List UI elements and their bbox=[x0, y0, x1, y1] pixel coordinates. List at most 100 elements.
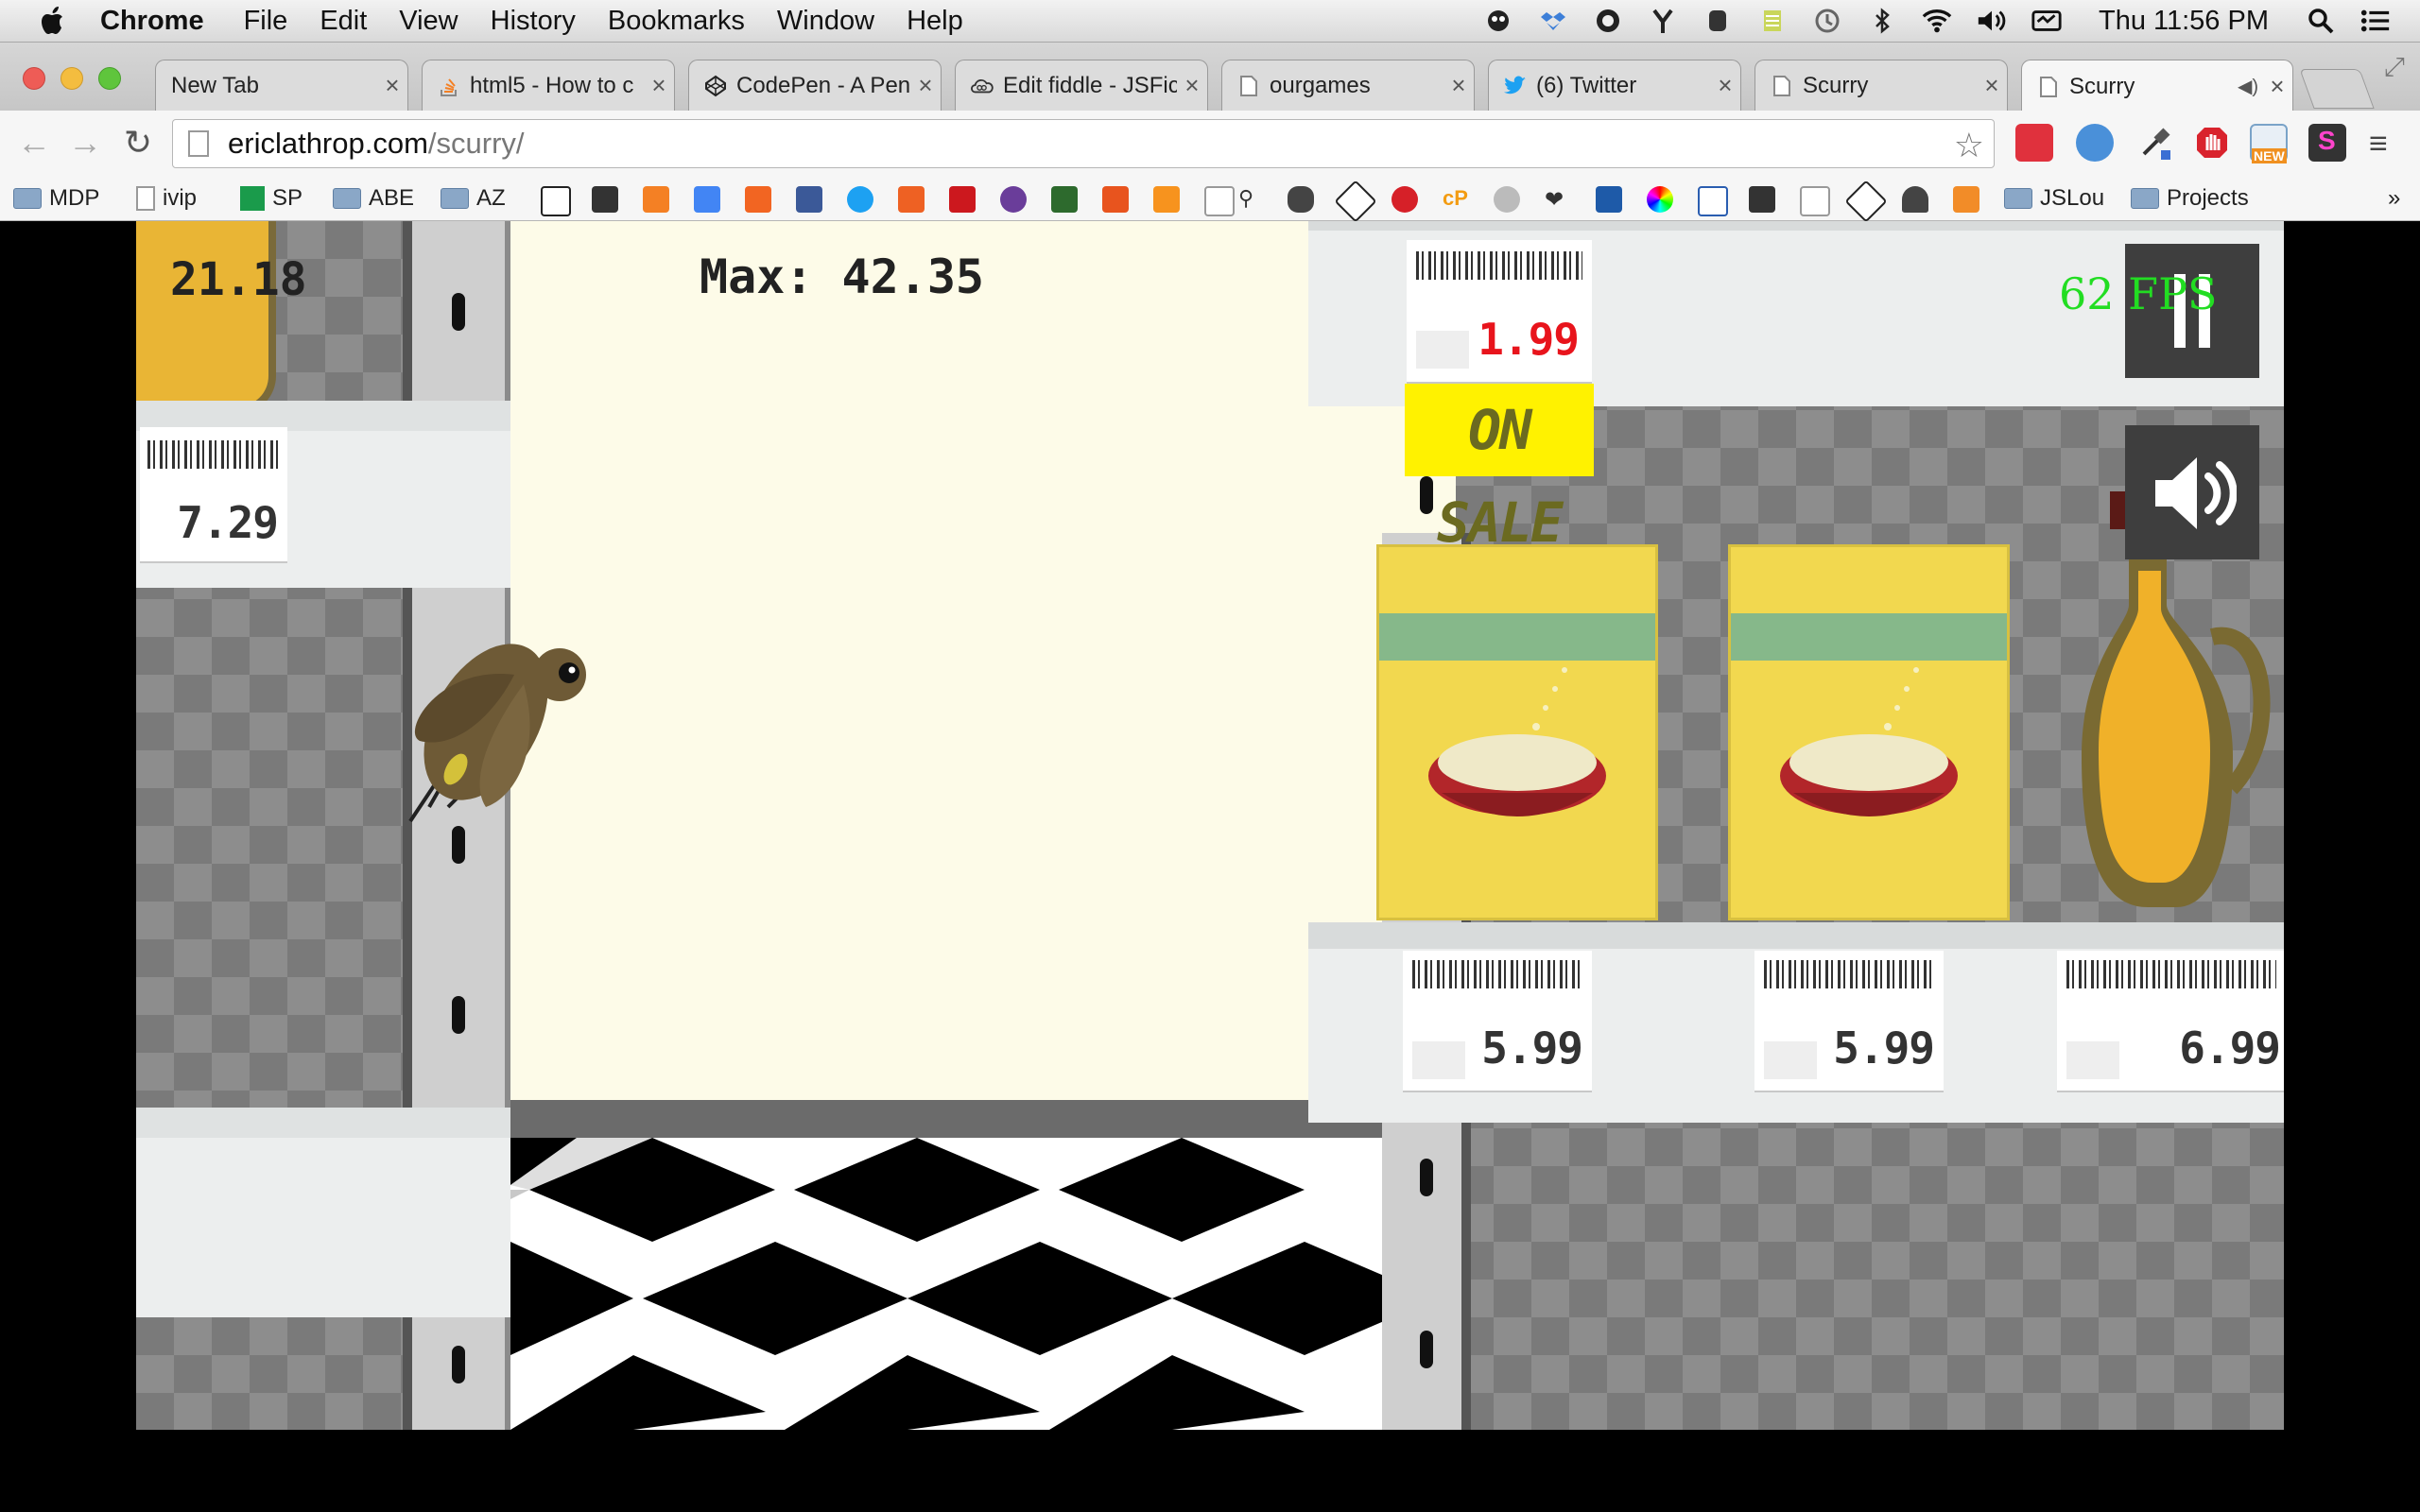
reload-icon[interactable]: ↻ bbox=[119, 124, 157, 162]
close-tab-icon[interactable]: × bbox=[377, 71, 407, 100]
menu-bookmarks[interactable]: Bookmarks bbox=[608, 6, 745, 37]
menubar-clock[interactable]: Thu 11:56 PM bbox=[2099, 6, 2269, 37]
gift-icon[interactable] bbox=[1051, 186, 1078, 213]
bookmark-sp[interactable]: SP bbox=[240, 182, 302, 215]
cp-icon[interactable]: cP bbox=[1443, 186, 1469, 213]
css3-icon[interactable] bbox=[1596, 186, 1622, 213]
volume-icon[interactable] bbox=[1976, 5, 2008, 37]
hearts-icon[interactable]: ❤ bbox=[1545, 186, 1571, 213]
time-machine-icon[interactable] bbox=[1811, 5, 1843, 37]
close-tab-icon[interactable]: × bbox=[910, 71, 941, 100]
s-extension-icon[interactable]: S bbox=[2308, 124, 2346, 162]
bookmark-star-icon[interactable]: ☆ bbox=[1954, 126, 1984, 165]
cloud-icon[interactable] bbox=[1288, 186, 1314, 213]
zoom-window-button[interactable] bbox=[98, 67, 121, 90]
close-window-button[interactable] bbox=[23, 67, 45, 90]
bookmark-projects[interactable]: Projects bbox=[2131, 182, 2249, 215]
notification-center-icon[interactable] bbox=[2360, 5, 2392, 37]
pin-icon[interactable]: ⚲ bbox=[1238, 186, 1265, 213]
lastpass-icon[interactable] bbox=[2015, 124, 2053, 162]
eyedropper-icon[interactable] bbox=[2136, 124, 2174, 162]
tab-ourgames[interactable]: ourgames × bbox=[1221, 60, 1475, 111]
close-tab-icon[interactable]: × bbox=[1177, 71, 1207, 100]
adblock-hand-icon[interactable] bbox=[2193, 124, 2231, 162]
fullscreen-icon[interactable]: ⤢ bbox=[2384, 52, 2405, 83]
apple-icon[interactable] bbox=[34, 2, 72, 40]
page-icon[interactable] bbox=[1800, 186, 1830, 216]
menu-help[interactable]: Help bbox=[907, 6, 963, 37]
close-tab-icon[interactable]: × bbox=[1710, 71, 1740, 100]
notes-icon[interactable] bbox=[1756, 5, 1789, 37]
terminal-icon[interactable] bbox=[592, 186, 618, 213]
bitly-icon[interactable] bbox=[898, 186, 925, 213]
globe-icon[interactable] bbox=[1494, 186, 1520, 213]
fork-icon[interactable] bbox=[1647, 5, 1679, 37]
game-canvas[interactable]: 21.18 7.29 Max: 42.35 1.99 ON SALE 5.99 … bbox=[136, 221, 2284, 1430]
red-circle-icon[interactable] bbox=[1392, 186, 1418, 213]
audio-playing-icon[interactable]: ◀) bbox=[2238, 75, 2258, 98]
dropbox-icon[interactable] bbox=[1537, 5, 1569, 37]
bookmark-az[interactable]: AZ bbox=[441, 182, 506, 215]
tab-twitter[interactable]: (6) Twitter × bbox=[1488, 60, 1741, 111]
chart-icon[interactable] bbox=[1953, 186, 1979, 213]
tab-scurry[interactable]: Scurry × bbox=[1754, 60, 2008, 111]
tab-new-tab[interactable]: New Tab × bbox=[155, 60, 408, 111]
spotlight-icon[interactable] bbox=[2305, 5, 2337, 37]
bookmark-abe[interactable]: ABE bbox=[333, 182, 414, 215]
page-info-icon[interactable] bbox=[188, 130, 209, 157]
tab-codepen[interactable]: CodePen - A Pen × bbox=[688, 60, 942, 111]
peace-icon[interactable] bbox=[1000, 186, 1027, 213]
bookmarks-overflow-button[interactable]: » bbox=[2388, 182, 2400, 215]
w3-icon[interactable] bbox=[1698, 186, 1728, 216]
stackoverflow-bookmark-icon[interactable] bbox=[643, 186, 669, 213]
zero-icon[interactable] bbox=[1153, 186, 1180, 213]
codepen-bookmark-icon[interactable] bbox=[1334, 180, 1377, 223]
close-tab-icon[interactable]: × bbox=[644, 71, 674, 100]
menu-view[interactable]: View bbox=[399, 6, 458, 37]
tab-html5[interactable]: html5 - How to c × bbox=[422, 60, 675, 111]
price-label: 5.99 bbox=[1833, 1022, 1935, 1074]
close-tab-icon[interactable]: × bbox=[1443, 71, 1474, 100]
new-tab-button[interactable] bbox=[2299, 69, 2375, 109]
bookmark-mdp[interactable]: MDP bbox=[13, 182, 99, 215]
hackernews-icon[interactable] bbox=[745, 186, 771, 213]
monitor-icon[interactable] bbox=[2031, 5, 2063, 37]
bluetooth-icon[interactable] bbox=[1866, 5, 1898, 37]
chrome-menu-icon[interactable]: ≡ bbox=[2369, 126, 2388, 163]
url-path: /scurry/ bbox=[427, 127, 525, 160]
wifi-icon[interactable] bbox=[1921, 5, 1953, 37]
evernote-icon[interactable] bbox=[1702, 5, 1734, 37]
new-extension-icon[interactable]: NEW bbox=[2250, 124, 2288, 163]
sale-price-tag: 1.99 bbox=[1407, 240, 1592, 382]
tab-scurry-active[interactable]: Scurry ◀) × bbox=[2021, 60, 2293, 112]
close-tab-icon[interactable]: × bbox=[1977, 71, 2007, 100]
forward-arrow-icon[interactable]: → bbox=[66, 124, 104, 162]
menu-window[interactable]: Window bbox=[777, 6, 874, 37]
back-arrow-icon[interactable]: ← bbox=[15, 124, 53, 162]
menu-file[interactable]: File bbox=[244, 6, 288, 37]
mushroom-icon[interactable] bbox=[1902, 186, 1928, 213]
google-icon[interactable] bbox=[694, 186, 720, 213]
plus-icon[interactable] bbox=[1102, 186, 1129, 213]
color-wheel-icon[interactable] bbox=[1647, 186, 1673, 213]
address-bar[interactable]: ericlathrop.com/scurry/ ☆ bbox=[172, 119, 1995, 168]
minimize-window-button[interactable] bbox=[60, 67, 83, 90]
medium-icon[interactable] bbox=[541, 186, 571, 216]
tab-jsfiddle[interactable]: Edit fiddle - JSFic × bbox=[955, 60, 1208, 111]
target-extension-icon[interactable] bbox=[2076, 124, 2114, 162]
page-icon[interactable] bbox=[1204, 186, 1235, 216]
youtube-icon[interactable] bbox=[949, 186, 976, 213]
menu-app-chrome[interactable]: Chrome bbox=[100, 6, 204, 37]
facebook-icon[interactable] bbox=[796, 186, 822, 213]
bookmark-jslou[interactable]: JSLou bbox=[2004, 182, 2104, 215]
alien-icon[interactable] bbox=[1482, 5, 1514, 37]
p-icon[interactable] bbox=[1749, 186, 1775, 213]
menu-history[interactable]: History bbox=[491, 6, 576, 37]
sound-toggle-button[interactable] bbox=[2125, 425, 2259, 559]
bookmark-ivip[interactable]: ivip bbox=[136, 182, 197, 215]
menu-edit[interactable]: Edit bbox=[320, 6, 367, 37]
twitter-bookmark-icon[interactable] bbox=[847, 186, 873, 213]
close-tab-icon[interactable]: × bbox=[2262, 72, 2292, 101]
codepen-bookmark-icon[interactable] bbox=[1844, 180, 1888, 223]
sync-icon[interactable] bbox=[1592, 5, 1624, 37]
